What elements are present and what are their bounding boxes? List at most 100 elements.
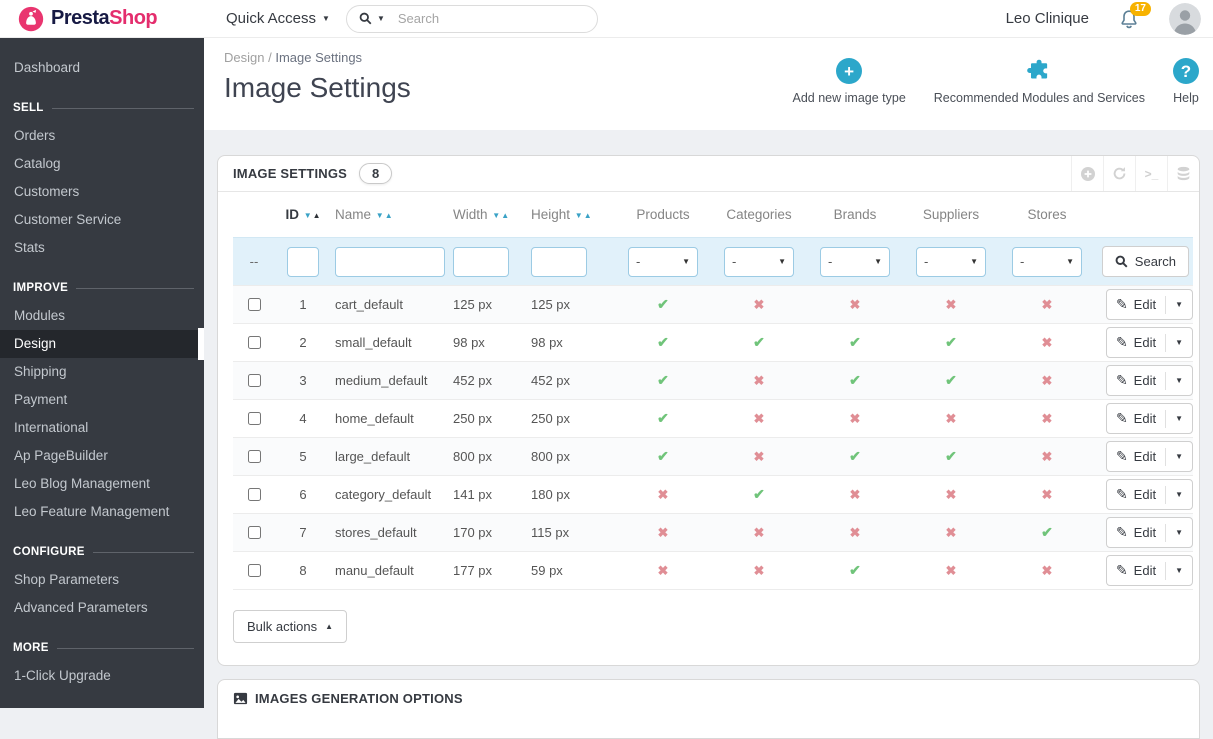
row-checkbox[interactable] xyxy=(248,374,261,387)
cell-stores: ✖ xyxy=(999,361,1095,400)
sidebar-item-payment[interactable]: Payment xyxy=(0,386,204,414)
sidebar-item-international[interactable]: International xyxy=(0,414,204,442)
cell-categories: ✔ xyxy=(711,323,807,362)
edit-button[interactable]: ✎ Edit ▼ xyxy=(1105,289,1193,320)
quick-access-menu[interactable]: Quick Access ▼ xyxy=(226,10,330,27)
edit-button[interactable]: ✎ Edit ▼ xyxy=(1105,327,1193,358)
search-input[interactable] xyxy=(395,10,556,27)
sql-manager-icon[interactable] xyxy=(1167,156,1199,191)
avatar[interactable] xyxy=(1169,2,1201,35)
breadcrumb-parent[interactable]: Design xyxy=(224,50,264,65)
cross-icon: ✖ xyxy=(1041,410,1053,426)
column-actions xyxy=(1095,192,1193,238)
row-checkbox[interactable] xyxy=(248,336,261,349)
sidebar-item-design[interactable]: Design xyxy=(0,328,204,360)
column-height[interactable]: Height ▼▲ xyxy=(527,192,615,238)
sort-asc-icon[interactable]: ▲ xyxy=(313,211,321,220)
cell-brands: ✔ xyxy=(807,437,903,476)
sidebar-item-shipping[interactable]: Shipping xyxy=(0,358,204,386)
user-name[interactable]: Leo Clinique xyxy=(1006,10,1089,27)
column-id[interactable]: ID ▼▲ xyxy=(275,192,331,238)
sidebar-item-dashboard[interactable]: Dashboard xyxy=(0,54,204,82)
search-button[interactable]: Search xyxy=(1101,246,1189,277)
edit-button[interactable]: ✎ Edit ▼ xyxy=(1105,555,1193,586)
sidebar-item-leo-blog-management[interactable]: Leo Blog Management xyxy=(0,470,204,498)
column-name[interactable]: Name ▼▲ xyxy=(331,192,449,238)
cell-categories: ✖ xyxy=(711,285,807,324)
sidebar-item-1-click-upgrade[interactable]: 1-Click Upgrade xyxy=(0,662,204,690)
caret-down-icon[interactable]: ▼ xyxy=(1175,376,1183,385)
edit-button[interactable]: ✎ Edit ▼ xyxy=(1105,479,1193,510)
caret-down-icon[interactable]: ▼ xyxy=(1175,490,1183,499)
sidebar-item-shop-parameters[interactable]: Shop Parameters xyxy=(0,566,204,594)
cross-icon: ✖ xyxy=(753,410,765,426)
add-icon[interactable] xyxy=(1071,156,1103,191)
filter-width-input[interactable] xyxy=(453,246,509,277)
caret-down-icon[interactable]: ▼ xyxy=(1175,452,1183,461)
sidebar-section-title: CONFIGURE xyxy=(0,542,204,566)
edit-button[interactable]: ✎ Edit ▼ xyxy=(1105,365,1193,396)
sort-desc-icon[interactable]: ▼ xyxy=(575,211,583,220)
sort-asc-icon[interactable]: ▲ xyxy=(584,211,592,220)
row-checkbox[interactable] xyxy=(248,526,261,539)
sort-desc-icon[interactable]: ▼ xyxy=(492,211,500,220)
filter-height-input[interactable] xyxy=(531,246,587,277)
filter-brands-select[interactable]: - ▼ xyxy=(820,246,890,277)
edit-button[interactable]: ✎ Edit ▼ xyxy=(1105,517,1193,548)
caret-down-icon[interactable]: ▼ xyxy=(1175,528,1183,537)
sidebar-item-customer-service[interactable]: Customer Service xyxy=(0,206,204,234)
filter-stores-select[interactable]: - ▼ xyxy=(1012,246,1082,277)
sidebar-section-improve: IMPROVE Modules Design Shipping Payment Inter… xyxy=(0,278,204,526)
global-search[interactable]: ▼ xyxy=(345,4,598,33)
bulk-actions-button[interactable]: Bulk actions ▲ xyxy=(233,610,348,643)
filter-id-input[interactable] xyxy=(287,246,319,277)
caret-down-icon[interactable]: ▼ xyxy=(1175,414,1183,423)
sidebar-item-leo-feature-management[interactable]: Leo Feature Management xyxy=(0,498,204,526)
cell-name: medium_default xyxy=(331,361,449,400)
sidebar-item-customers[interactable]: Customers xyxy=(0,178,204,206)
column-width[interactable]: Width ▼▲ xyxy=(449,192,527,238)
notifications-button[interactable]: 17 xyxy=(1119,1,1151,29)
terminal-icon[interactable]: >_ xyxy=(1135,156,1167,191)
sort-asc-icon[interactable]: ▲ xyxy=(501,211,509,220)
table-header-row: ID ▼▲ Name ▼▲ Width ▼▲ Height ▼▲ Product… xyxy=(233,192,1193,238)
cell-stores: ✖ xyxy=(999,551,1095,590)
filter-categories-select[interactable]: - ▼ xyxy=(724,246,794,277)
row-checkbox[interactable] xyxy=(248,488,261,501)
filter-suppliers-select[interactable]: - ▼ xyxy=(916,246,986,277)
row-checkbox[interactable] xyxy=(248,298,261,311)
edit-button[interactable]: ✎ Edit ▼ xyxy=(1105,441,1193,472)
sidebar-item-orders[interactable]: Orders xyxy=(0,122,204,150)
sidebar-item-advanced-parameters[interactable]: Advanced Parameters xyxy=(0,594,204,622)
sidebar-item-modules[interactable]: Modules xyxy=(0,302,204,330)
cell-categories: ✖ xyxy=(711,513,807,552)
sidebar-item-ap-pagebuilder[interactable]: Ap PageBuilder xyxy=(0,442,204,470)
prestashop-logo[interactable]: Presta Shop xyxy=(0,6,204,32)
filter-name-input[interactable] xyxy=(335,246,445,277)
row-checkbox[interactable] xyxy=(248,450,261,463)
sort-asc-icon[interactable]: ▲ xyxy=(385,211,393,220)
sidebar-item-catalog[interactable]: Catalog xyxy=(0,150,204,178)
sort-desc-icon[interactable]: ▼ xyxy=(304,211,312,220)
button-divider xyxy=(1165,295,1167,314)
cell-width: 250 px xyxy=(449,399,527,438)
recommended-modules-button[interactable]: Recommended Modules and Services xyxy=(934,58,1145,105)
cell-name: small_default xyxy=(331,323,449,362)
filter-products-select[interactable]: - ▼ xyxy=(628,246,698,277)
row-checkbox[interactable] xyxy=(248,564,261,577)
cell-suppliers: ✔ xyxy=(903,323,999,362)
sidebar-item-stats[interactable]: Stats xyxy=(0,234,204,262)
row-checkbox[interactable] xyxy=(248,412,261,425)
add-new-image-type-button[interactable]: + Add new image type xyxy=(793,58,906,105)
sort-desc-icon[interactable]: ▼ xyxy=(376,211,384,220)
help-button[interactable]: ? Help xyxy=(1173,58,1199,105)
refresh-icon[interactable] xyxy=(1103,156,1135,191)
table-row: 5 large_default 800 px 800 px ✔ ✖ ✔ ✔ ✖ ✎ Edit ▼ xyxy=(233,437,1193,476)
cell-stores: ✖ xyxy=(999,399,1095,438)
caret-down-icon[interactable]: ▼ xyxy=(1175,338,1183,347)
edit-label: Edit xyxy=(1133,449,1157,464)
cell-stores: ✖ xyxy=(999,475,1095,514)
caret-down-icon[interactable]: ▼ xyxy=(1175,566,1183,575)
edit-button[interactable]: ✎ Edit ▼ xyxy=(1105,403,1193,434)
caret-down-icon[interactable]: ▼ xyxy=(1175,300,1183,309)
